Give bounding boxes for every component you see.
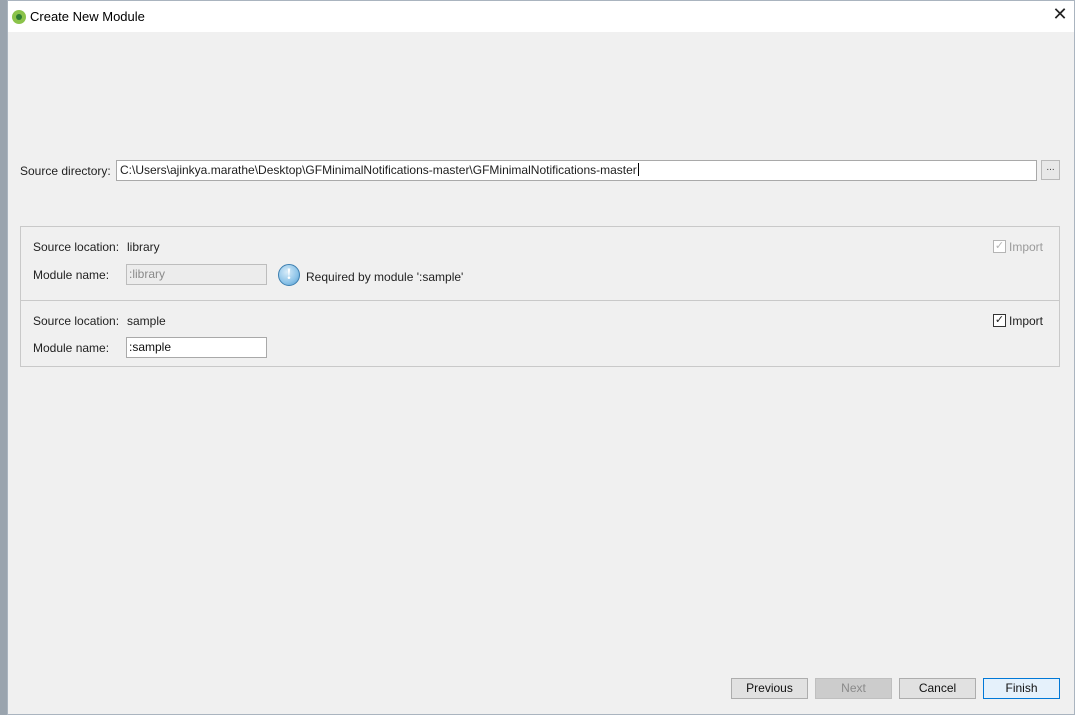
source-directory-input[interactable]: C:\Users\ajinkya.marathe\Desktop\GFMinim… (116, 160, 1037, 181)
module-name-label: Module name: (33, 341, 110, 355)
import-label: Import (1009, 240, 1044, 254)
dialog-title: Create New Module (30, 9, 145, 24)
cancel-button[interactable]: Cancel (899, 678, 976, 699)
source-directory-label: Source directory: (20, 164, 111, 178)
module-name-field-library[interactable]: :library (126, 264, 267, 285)
source-directory-value: C:\Users\ajinkya.marathe\Desktop\GFMinim… (120, 163, 637, 177)
modules-panel: Source location: library Module name: :l… (20, 226, 1060, 367)
import-checkbox-sample[interactable]: ✓ (993, 314, 1006, 327)
info-icon: ! (278, 264, 300, 286)
source-location-label: Source location: (33, 240, 120, 254)
android-studio-icon (12, 10, 26, 24)
module-divider (21, 300, 1059, 301)
create-module-dialog: Create New Module ✕ Source directory: C:… (7, 0, 1075, 715)
import-label: Import (1009, 314, 1044, 328)
close-icon[interactable]: ✕ (1051, 4, 1069, 24)
text-caret (637, 163, 639, 176)
title-bar: Create New Module ✕ (8, 1, 1074, 32)
module-name-field-sample[interactable]: :sample (126, 337, 267, 358)
import-checkbox-library[interactable]: ✓ (993, 240, 1006, 253)
source-location-value: library (127, 240, 160, 254)
browse-button[interactable]: ... (1041, 160, 1060, 180)
previous-button[interactable]: Previous (731, 678, 808, 699)
finish-button[interactable]: Finish (983, 678, 1060, 699)
source-location-label: Source location: (33, 314, 120, 328)
source-location-value: sample (127, 314, 166, 328)
required-warning: Required by module ':sample' (306, 270, 464, 284)
module-name-label: Module name: (33, 268, 110, 282)
next-button[interactable]: Next (815, 678, 892, 699)
